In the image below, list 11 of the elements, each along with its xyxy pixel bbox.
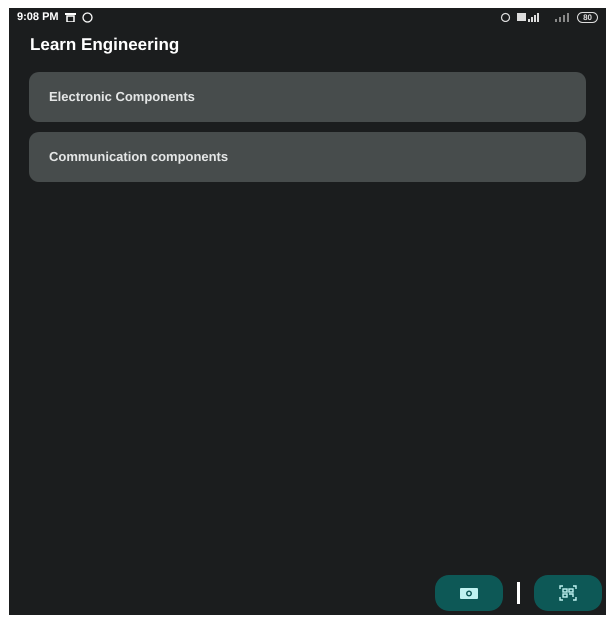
status-time: 9:08 PM xyxy=(17,10,59,25)
battery-indicator: 80 xyxy=(577,12,598,22)
camera-button[interactable] xyxy=(435,575,503,611)
camera-icon xyxy=(460,587,478,599)
app-title: Learn Engineering xyxy=(29,34,180,56)
qr-scan-icon xyxy=(559,585,577,601)
list-item[interactable]: Electronic Components xyxy=(29,72,586,122)
scan-button[interactable] xyxy=(534,575,602,611)
notification-icon xyxy=(64,12,76,22)
list-item[interactable]: Communication components xyxy=(29,132,586,182)
signal-icon xyxy=(553,12,572,22)
